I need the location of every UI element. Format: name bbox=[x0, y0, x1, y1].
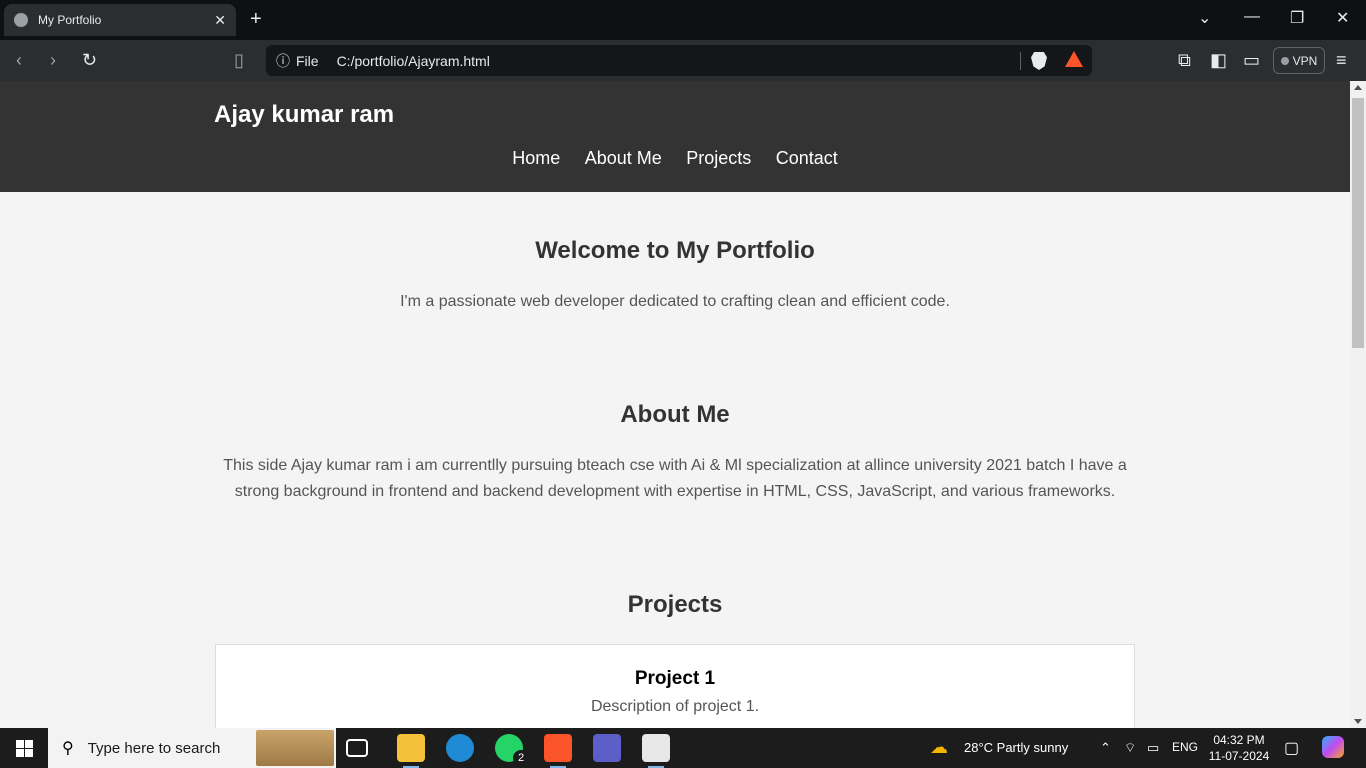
task-view-icon[interactable] bbox=[346, 739, 368, 757]
site-info-icon[interactable]: ⓘ bbox=[276, 51, 290, 71]
hero-section: Welcome to My Portfolio I'm a passionate… bbox=[214, 237, 1136, 315]
sidebar-icon[interactable]: ◧ bbox=[1210, 50, 1227, 71]
file-explorer-icon[interactable] bbox=[397, 734, 425, 768]
browser-tab[interactable]: My Portfolio ✕ bbox=[4, 4, 236, 36]
clock-time: 04:32 PM bbox=[1213, 733, 1265, 747]
language-indicator[interactable]: ENG bbox=[1172, 740, 1198, 754]
tab-search-chevron-icon[interactable]: ⌄ bbox=[1198, 8, 1211, 28]
vpn-button[interactable]: VPN bbox=[1273, 47, 1325, 74]
microsoft-store-icon[interactable] bbox=[642, 734, 670, 768]
scrollbar-thumb[interactable] bbox=[1352, 98, 1364, 348]
back-icon[interactable]: ‹ bbox=[16, 50, 22, 71]
brave-rewards-icon[interactable] bbox=[1065, 51, 1083, 67]
new-tab-button[interactable]: + bbox=[250, 8, 262, 31]
site-nav: Home About Me Projects Contact bbox=[0, 148, 1350, 169]
site-header: Ajay kumar ram Home About Me Projects Co… bbox=[0, 81, 1350, 192]
minimize-icon[interactable]: — bbox=[1244, 8, 1260, 26]
project-description: Description of project 1. bbox=[590, 698, 760, 715]
scroll-up-icon[interactable] bbox=[1354, 85, 1362, 90]
extensions-icon[interactable]: ⧉ bbox=[1178, 50, 1191, 71]
hero-text: I'm a passionate web developer dedicated… bbox=[400, 293, 950, 310]
url-scheme-label: File bbox=[296, 52, 319, 69]
clock-date: 11-07-2024 bbox=[1208, 749, 1270, 763]
site-title: Ajay kumar ram bbox=[214, 101, 395, 128]
wallet-icon[interactable]: ▭ bbox=[1243, 50, 1260, 71]
page-scrollbar[interactable] bbox=[1350, 81, 1366, 728]
about-text: This side Ajay kumar ram i am currentlly… bbox=[223, 457, 1127, 500]
brave-shields-icon[interactable] bbox=[1031, 52, 1047, 70]
about-section: About Me This side Ajay kumar ram i am c… bbox=[214, 401, 1136, 505]
copilot-icon[interactable] bbox=[1322, 736, 1344, 758]
window-close-icon[interactable]: ✕ bbox=[1336, 8, 1349, 28]
url-text[interactable]: C:/portfolio/Ajayram.html bbox=[337, 53, 490, 69]
edge-icon[interactable] bbox=[446, 734, 474, 762]
address-bar[interactable]: ⓘ File C:/portfolio/Ajayram.html bbox=[266, 45, 1092, 76]
about-heading: About Me bbox=[620, 401, 730, 428]
tab-close-icon[interactable]: ✕ bbox=[214, 12, 226, 29]
page-viewport: Ajay kumar ram Home About Me Projects Co… bbox=[0, 81, 1350, 728]
browser-tab-bar: My Portfolio ✕ + ⌄ — ❐ ✕ bbox=[0, 0, 1366, 40]
projects-section: Projects bbox=[214, 591, 1136, 619]
project-card: Project 1 Description of project 1. bbox=[215, 644, 1135, 728]
whatsapp-icon[interactable]: 2 bbox=[495, 734, 529, 766]
search-highlight-image bbox=[256, 730, 334, 766]
hero-heading: Welcome to My Portfolio bbox=[535, 237, 815, 264]
vpn-status-dot bbox=[1280, 56, 1289, 65]
nav-contact-link[interactable]: Contact bbox=[776, 148, 838, 168]
network-icon[interactable]: ⌔ bbox=[1124, 740, 1136, 756]
reload-icon[interactable]: ↻ bbox=[82, 50, 97, 71]
search-placeholder: Type here to search bbox=[87, 739, 221, 757]
brave-browser-icon[interactable] bbox=[544, 734, 572, 768]
battery-icon[interactable]: ▭ bbox=[1147, 740, 1159, 756]
taskbar-clock[interactable]: 04:32 PM 11-07-2024 bbox=[1208, 732, 1270, 764]
notifications-icon[interactable]: ▢ bbox=[1284, 738, 1299, 758]
search-icon: ⚲ bbox=[62, 740, 74, 757]
nav-about-link[interactable]: About Me bbox=[585, 148, 662, 168]
menu-icon[interactable]: ≡ bbox=[1336, 50, 1347, 71]
projects-heading: Projects bbox=[627, 591, 723, 618]
project-title: Project 1 bbox=[634, 668, 716, 689]
forward-icon[interactable]: › bbox=[50, 50, 56, 71]
globe-icon bbox=[14, 13, 28, 27]
address-divider bbox=[1020, 52, 1021, 70]
whatsapp-badge: 2 bbox=[513, 750, 529, 766]
tab-title: My Portfolio bbox=[38, 13, 102, 27]
show-hidden-icons-icon[interactable]: ⌃ bbox=[1100, 740, 1111, 756]
nav-home-link[interactable]: Home bbox=[512, 148, 560, 168]
teams-icon[interactable] bbox=[593, 734, 621, 762]
vpn-label: VPN bbox=[1292, 53, 1318, 68]
bookmark-icon[interactable]: ▯ bbox=[234, 50, 244, 71]
windows-taskbar: ⚲ Type here to search 2 ☁ 28°C Partly su… bbox=[0, 728, 1366, 768]
restore-icon[interactable]: ❐ bbox=[1290, 8, 1304, 28]
windows-start-icon[interactable] bbox=[16, 740, 33, 757]
weather-text[interactable]: 28°C Partly sunny bbox=[964, 740, 1068, 755]
nav-projects-link[interactable]: Projects bbox=[686, 148, 751, 168]
scroll-down-icon[interactable] bbox=[1354, 719, 1362, 724]
weather-icon[interactable]: ☁ bbox=[930, 737, 948, 758]
